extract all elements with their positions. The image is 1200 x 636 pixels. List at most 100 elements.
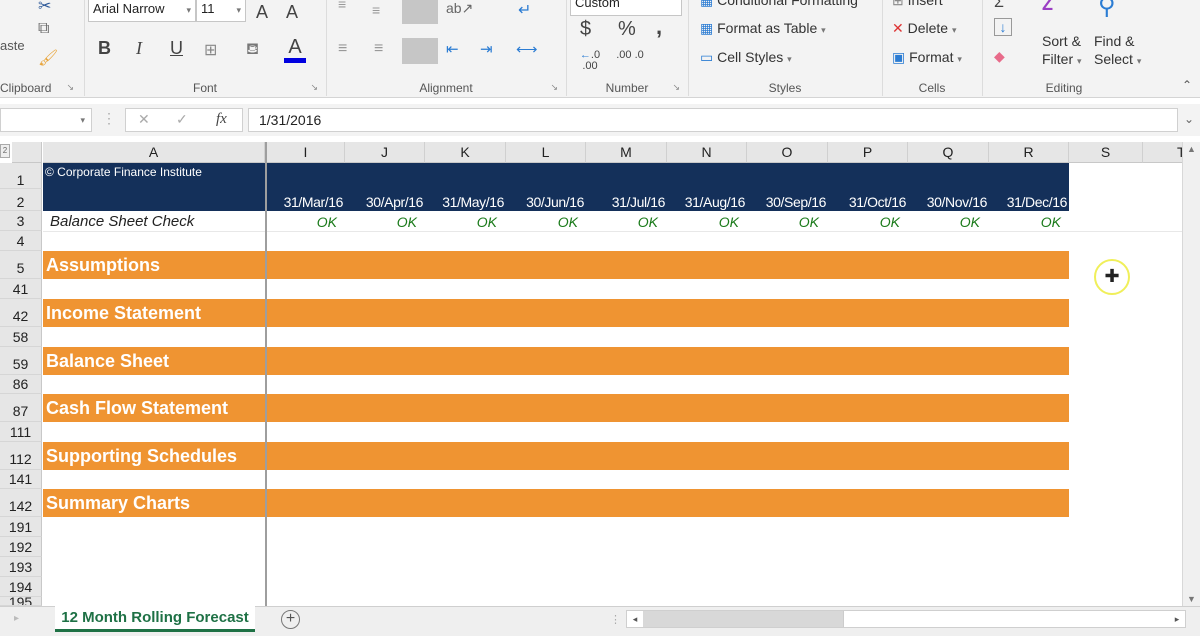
currency-button[interactable]: $ bbox=[580, 18, 591, 41]
conditional-formatting-button[interactable]: ▦ Conditional Formatting bbox=[700, 0, 858, 9]
section-title-summary-charts[interactable]: Summary Charts bbox=[46, 493, 190, 514]
align-right-button[interactable] bbox=[402, 38, 438, 64]
check-ok-cell[interactable]: OK bbox=[747, 214, 827, 230]
expand-formula-bar-icon[interactable]: ⌄ bbox=[1184, 112, 1194, 126]
clipboard-launcher[interactable]: ↘ bbox=[66, 82, 74, 93]
check-ok-cell[interactable]: OK bbox=[425, 214, 505, 230]
column-header-n[interactable]: N bbox=[667, 142, 747, 163]
font-launcher[interactable]: ↘ bbox=[310, 82, 318, 93]
bold-button[interactable]: B bbox=[98, 38, 111, 59]
column-header-j[interactable]: J bbox=[345, 142, 425, 163]
italic-button[interactable]: I bbox=[136, 38, 142, 59]
check-ok-cell[interactable]: OK bbox=[265, 214, 345, 230]
horizontal-scrollbar[interactable]: ◂ ▸ bbox=[626, 610, 1186, 628]
row-header-59[interactable]: 59 bbox=[0, 347, 42, 375]
column-header-k[interactable]: K bbox=[425, 142, 506, 163]
align-left-icon[interactable]: ≡ bbox=[338, 40, 347, 58]
check-ok-cell[interactable]: OK bbox=[586, 214, 666, 230]
font-color-icon[interactable]: A bbox=[284, 36, 306, 63]
row-header-42[interactable]: 42 bbox=[0, 299, 42, 327]
section-title-assumptions[interactable]: Assumptions bbox=[46, 255, 160, 276]
column-header-i[interactable]: I bbox=[267, 142, 345, 163]
row-header-4[interactable]: 4 bbox=[0, 231, 42, 251]
horizontal-scroll-thumb[interactable] bbox=[843, 611, 1169, 627]
sort-filter-icon[interactable]: Z bbox=[1042, 0, 1053, 15]
row-header-142[interactable]: 142 bbox=[0, 489, 42, 517]
cancel-icon[interactable]: ✕ bbox=[138, 111, 150, 128]
increase-indent-icon[interactable]: ⇥ bbox=[480, 40, 493, 58]
outline-level-button[interactable]: 2 bbox=[0, 144, 10, 158]
enter-icon[interactable]: ✓ bbox=[176, 111, 188, 128]
grow-font-icon[interactable]: A bbox=[256, 2, 268, 23]
column-header-t[interactable]: T bbox=[1143, 142, 1186, 163]
align-bottom-button[interactable] bbox=[402, 0, 438, 24]
column-header-q[interactable]: Q bbox=[908, 142, 989, 163]
row-header-5[interactable]: 5 bbox=[0, 251, 42, 279]
format-as-table-button[interactable]: ▦ Format as Table ▾ bbox=[700, 20, 826, 37]
font-name-select[interactable]: Arial Narrow ▾ bbox=[88, 0, 196, 22]
percent-button[interactable]: % bbox=[618, 18, 636, 41]
insert-button[interactable]: ⊞ Insert bbox=[892, 0, 943, 9]
fill-icon[interactable]: ↓ bbox=[994, 18, 1012, 36]
format-painter-icon[interactable]: 🖌 bbox=[38, 48, 58, 68]
decrease-indent-icon[interactable]: ⇤ bbox=[446, 40, 459, 58]
scroll-left-icon[interactable]: ◂ bbox=[627, 611, 643, 627]
section-title-supporting-schedules[interactable]: Supporting Schedules bbox=[46, 446, 237, 467]
merge-center-icon[interactable]: ⟷ bbox=[516, 40, 538, 58]
date-cell[interactable]: 31/Jul/16 bbox=[585, 194, 666, 210]
row-header-1[interactable]: 1 bbox=[0, 163, 42, 189]
alignment-launcher[interactable]: ↘ bbox=[550, 82, 558, 93]
collapse-ribbon-icon[interactable]: ⌃ bbox=[1182, 78, 1192, 92]
check-ok-cell[interactable]: OK bbox=[828, 214, 908, 230]
number-format-select[interactable]: Custom bbox=[570, 0, 682, 16]
decrease-decimal-button[interactable]: .00 .0 bbox=[616, 50, 644, 61]
column-header-p[interactable]: P bbox=[828, 142, 908, 163]
balance-sheet-check-label[interactable]: Balance Sheet Check bbox=[50, 213, 194, 230]
row-header-3[interactable]: 3 bbox=[0, 211, 42, 231]
row-header-191[interactable]: 191 bbox=[0, 517, 42, 537]
check-ok-cell[interactable]: OK bbox=[506, 214, 586, 230]
row-header-194[interactable]: 194 bbox=[0, 577, 42, 597]
row-header-41[interactable]: 41 bbox=[0, 279, 42, 299]
format-button[interactable]: ▣ Format ▾ bbox=[892, 49, 962, 66]
column-header-o[interactable]: O bbox=[747, 142, 828, 163]
check-ok-cell[interactable]: OK bbox=[667, 214, 747, 230]
orientation-icon[interactable]: ab↗ bbox=[446, 0, 473, 17]
date-cell[interactable]: 31/Aug/16 bbox=[665, 194, 746, 210]
section-title-balance-sheet[interactable]: Balance Sheet bbox=[46, 351, 169, 372]
align-center-icon[interactable]: ≡ bbox=[374, 40, 383, 58]
sheet-tab-12-month-rolling-forecast[interactable]: 12 Month Rolling Forecast bbox=[55, 606, 255, 632]
row-header-192[interactable]: 192 bbox=[0, 537, 42, 557]
borders-icon[interactable]: ⊞ bbox=[204, 40, 217, 60]
row-header-87[interactable]: 87 bbox=[0, 394, 42, 422]
check-ok-cell[interactable]: OK bbox=[989, 214, 1069, 230]
clear-icon[interactable]: ◆ bbox=[994, 48, 1005, 65]
row-header-58[interactable]: 58 bbox=[0, 327, 42, 347]
row-header-112[interactable]: 112 bbox=[0, 442, 42, 470]
section-band-assumptions[interactable] bbox=[43, 251, 1069, 279]
row-header-193[interactable]: 193 bbox=[0, 557, 42, 577]
row-header-86[interactable]: 86 bbox=[0, 375, 42, 394]
name-box[interactable]: ▾ bbox=[0, 108, 92, 132]
date-cell[interactable]: 31/Mar/16 bbox=[263, 194, 344, 210]
add-sheet-icon[interactable]: + bbox=[281, 610, 300, 629]
row-header-141[interactable]: 141 bbox=[0, 470, 42, 489]
column-header-l[interactable]: L bbox=[506, 142, 586, 163]
delete-button[interactable]: ✕ Delete ▾ bbox=[892, 20, 957, 37]
select-all-corner[interactable] bbox=[12, 142, 42, 163]
shrink-font-icon[interactable]: A bbox=[286, 2, 298, 23]
align-top-icon[interactable]: ≡ bbox=[338, 0, 346, 12]
insert-function-icon[interactable]: fx bbox=[216, 111, 227, 128]
find-select-icon[interactable]: ⚲ bbox=[1098, 0, 1116, 21]
align-middle-icon[interactable]: ≡ bbox=[372, 2, 380, 18]
date-cell[interactable]: 30/Jun/16 bbox=[504, 194, 584, 210]
scroll-right-icon[interactable]: ▸ bbox=[1169, 611, 1185, 627]
increase-decimal-button[interactable]: ←.0 .00 bbox=[576, 50, 604, 72]
row-header-2[interactable]: 2 bbox=[0, 189, 42, 211]
scroll-up-icon[interactable]: ▲ bbox=[1187, 144, 1196, 154]
date-cell[interactable]: 31/Dec/16 bbox=[987, 194, 1068, 210]
row-header-195[interactable]: 195 bbox=[0, 597, 42, 606]
cut-icon[interactable]: ✂ bbox=[38, 0, 51, 16]
row-header-111[interactable]: 111 bbox=[0, 422, 42, 442]
fill-color-icon[interactable]: ⛾ bbox=[246, 40, 259, 60]
